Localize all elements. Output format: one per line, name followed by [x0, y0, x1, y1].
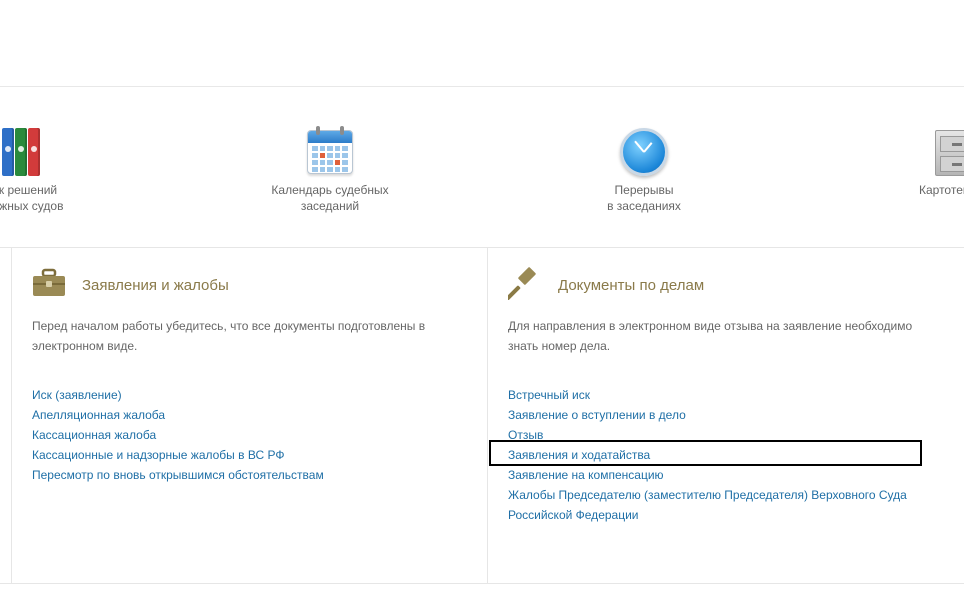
briefcase-icon [32, 268, 66, 303]
top-separator [0, 86, 964, 87]
link-compensation[interactable]: Заявление на компенсацию [508, 468, 664, 482]
panel-description: Перед началом работы убедитесь, что все … [32, 319, 426, 353]
nav-item-breaks[interactable]: Перерывы в заседаниях [559, 124, 729, 214]
link-appeal[interactable]: Апелляционная жалоба [32, 408, 165, 422]
link-supreme-court-complaints[interactable]: Кассационные и надзорные жалобы в ВС РФ [32, 448, 284, 462]
nav-item-label: Календарь судебных заседаний [271, 183, 389, 213]
nav-item-calendar[interactable]: Календарь судебных заседаний [245, 124, 415, 214]
page: к решений ажных судов Календарь судебных… [0, 0, 964, 601]
panel-case-documents: Документы по делам Для направления в эле… [488, 248, 964, 583]
nav-item-decisions[interactable]: к решений ажных судов [0, 124, 113, 214]
file-cabinet-icon [935, 124, 964, 178]
nav-item-card-index[interactable]: Картотек [909, 124, 964, 198]
link-list: Иск (заявление) Апелляционная жалоба Кас… [32, 385, 324, 485]
panels-container: Заявления и жалобы Перед началом работы … [0, 247, 964, 584]
nav-item-label: к решений ажных судов [0, 183, 64, 213]
link-counterclaim[interactable]: Встречный иск [508, 388, 590, 402]
clock-icon [618, 124, 670, 178]
link-new-circumstances-review[interactable]: Пересмотр по вновь открывшимся обстоятел… [32, 468, 324, 482]
panel-header: Документы по делам [505, 266, 705, 305]
panel-header: Заявления и жалобы [32, 268, 229, 302]
panel-description: Для направления в электронном виде отзыв… [508, 319, 913, 353]
folders-icon [2, 124, 54, 178]
panel-statements: Заявления и жалобы Перед началом работы … [12, 248, 487, 583]
calendar-icon [304, 124, 356, 178]
link-chairman-complaints-cont[interactable]: Российской Федерации [508, 508, 639, 522]
nav-item-label: Картотек [919, 183, 964, 197]
panel-title: Заявления и жалобы [82, 276, 229, 294]
nav-item-label: Перерывы в заседаниях [607, 183, 681, 213]
panel-title: Документы по делам [558, 276, 705, 294]
link-claim[interactable]: Иск (заявление) [32, 388, 122, 402]
gavel-icon [505, 266, 542, 305]
link-chairman-complaints[interactable]: Жалобы Председателю (заместителю Председ… [508, 488, 907, 502]
link-join-case[interactable]: Заявление о вступлении в дело [508, 408, 686, 422]
highlight-box [489, 440, 922, 466]
link-cassation[interactable]: Кассационная жалоба [32, 428, 156, 442]
